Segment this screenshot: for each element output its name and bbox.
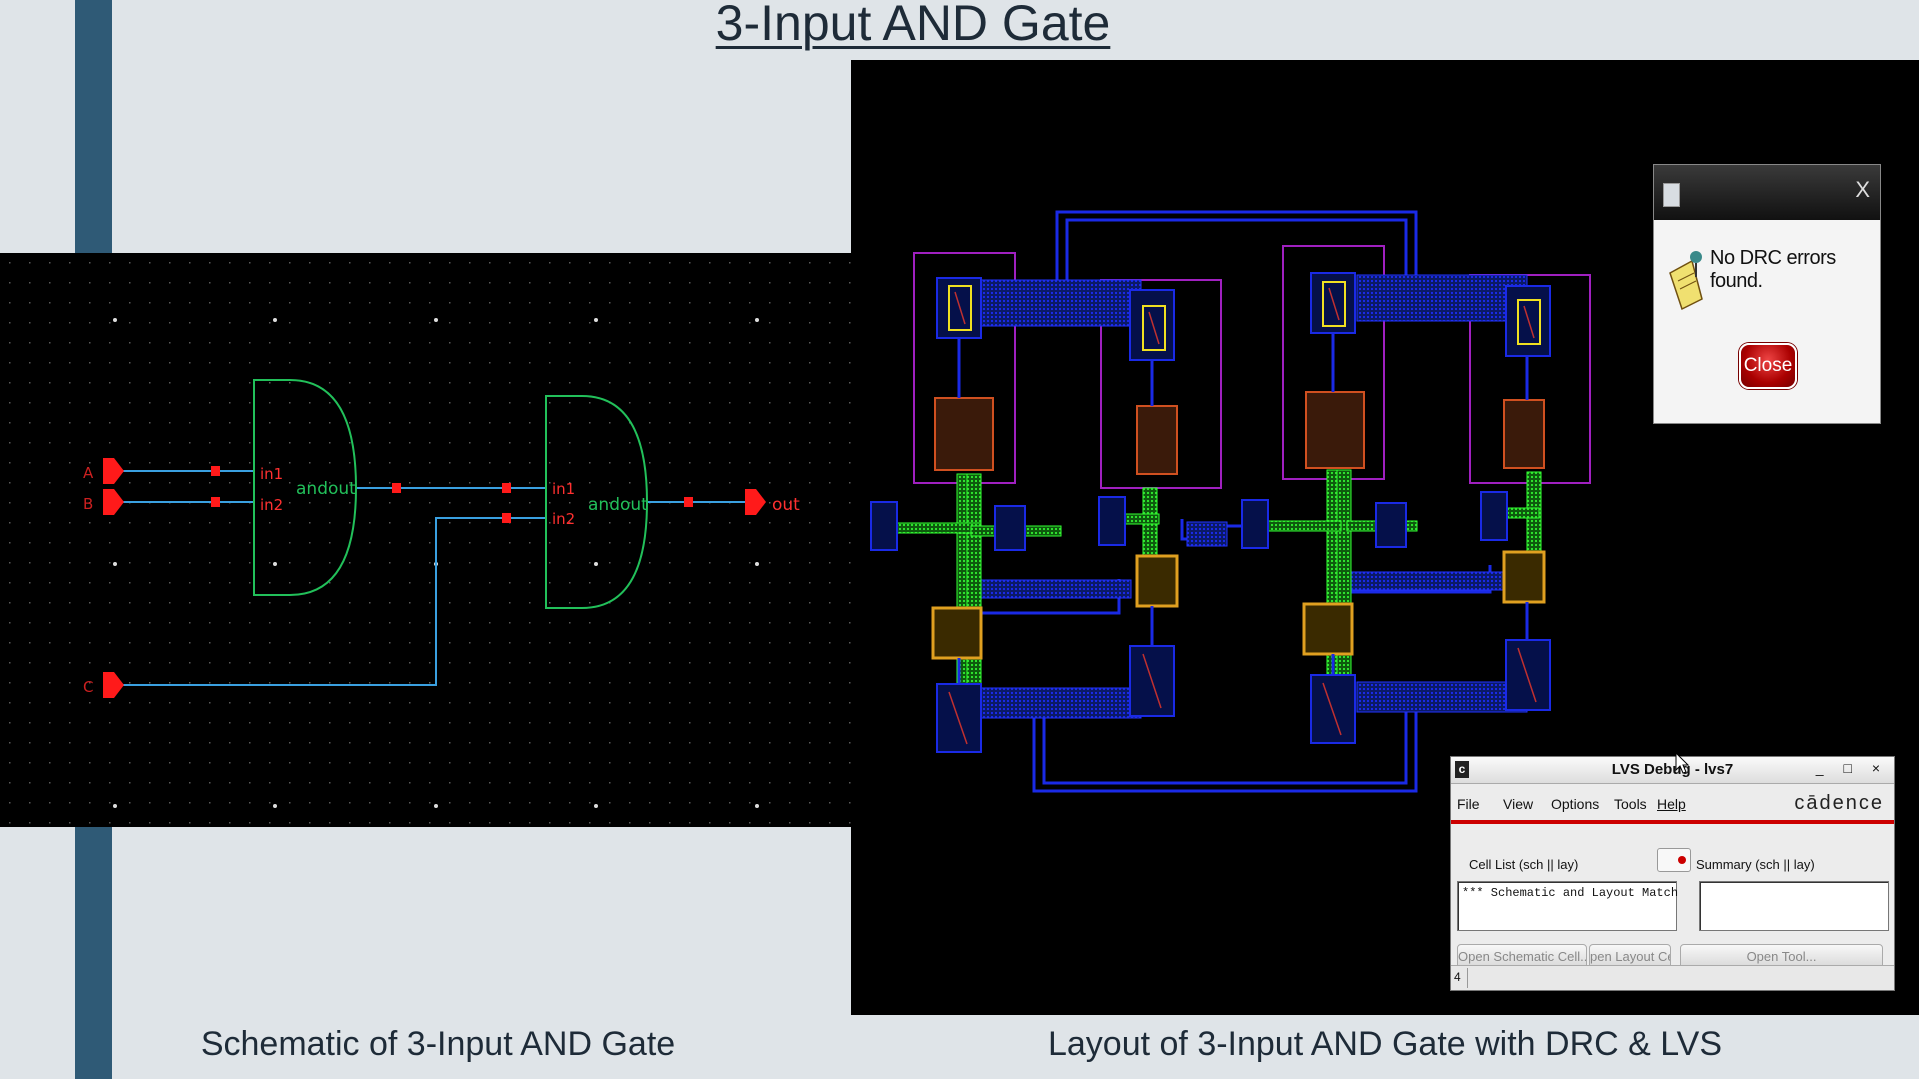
cell-list-label: Cell List (sch || lay) [1469,857,1579,872]
summary-label: Summary (sch || lay) [1696,857,1815,872]
lvs-debug-window: c LVS Debug - lvs7 _ □ × File View Optio… [1450,756,1895,991]
gate1-pin1-label: in1 [260,465,283,483]
gate1-output-label: andout [296,479,356,499]
gate2-output-label: andout [588,495,648,515]
input-b-label: B [83,495,93,513]
input-a-label: A [83,464,94,482]
window-icon [1663,183,1680,207]
lvs-titlebar: c LVS Debug - lvs7 _ □ × [1451,757,1894,784]
status-bar: 4 [1451,965,1894,990]
cell-list-row[interactable]: *** Schematic and Layout Match [1458,882,1678,904]
schematic-drawing: in1 in2 andout in1 in2 andout A B C out [0,253,851,827]
output-label: out [772,495,800,515]
drc-result-dialog: X No DRC errors found. Close [1653,164,1881,424]
dialog-close-icon[interactable]: X [1855,177,1870,203]
cadence-logo: cādence [1794,792,1884,814]
menu-file[interactable]: File [1457,796,1480,812]
layout-caption: Layout of 3-Input AND Gate with DRC & LV… [1047,1025,1723,1063]
schematic-canvas[interactable]: in1 in2 andout in1 in2 andout A B C out [0,253,851,827]
notepad-info-icon [1669,251,1703,311]
layout-canvas[interactable]: X No DRC errors found. Close c LVS Debug… [851,60,1919,1015]
gate2-pin2-label: in2 [552,510,575,528]
menu-help[interactable]: Help [1657,796,1686,812]
status-count: 4 [1454,970,1461,984]
status-field [1467,968,1894,988]
input-c-label: C [83,678,93,696]
menu-options[interactable]: Options [1551,796,1599,812]
gate2-pin1-label: in1 [552,480,575,498]
drc-message: No DRC errors found. [1710,247,1836,292]
view-toggle[interactable] [1657,848,1691,872]
lvs-menubar: File View Options Tools Help cādence [1451,784,1894,824]
cell-list-box[interactable]: *** Schematic and Layout Match [1457,881,1678,931]
slide-title: 3-Input AND Gate [715,0,1111,51]
drc-dialog-titlebar: X [1654,165,1880,220]
summary-box[interactable] [1699,881,1889,931]
window-controls[interactable]: _ □ × [1816,760,1888,776]
metal-straps [970,274,1528,719]
close-button[interactable]: Close [1739,343,1797,389]
schematic-caption: Schematic of 3-Input AND Gate [200,1025,676,1063]
gate1-pin2-label: in2 [260,496,283,514]
mouse-cursor-icon [1675,752,1689,774]
toggle-indicator [1678,856,1686,864]
menu-tools[interactable]: Tools [1614,796,1647,812]
transistors [934,391,1545,475]
nmos-transistors [931,550,1546,660]
menu-view[interactable]: View [1503,796,1533,812]
